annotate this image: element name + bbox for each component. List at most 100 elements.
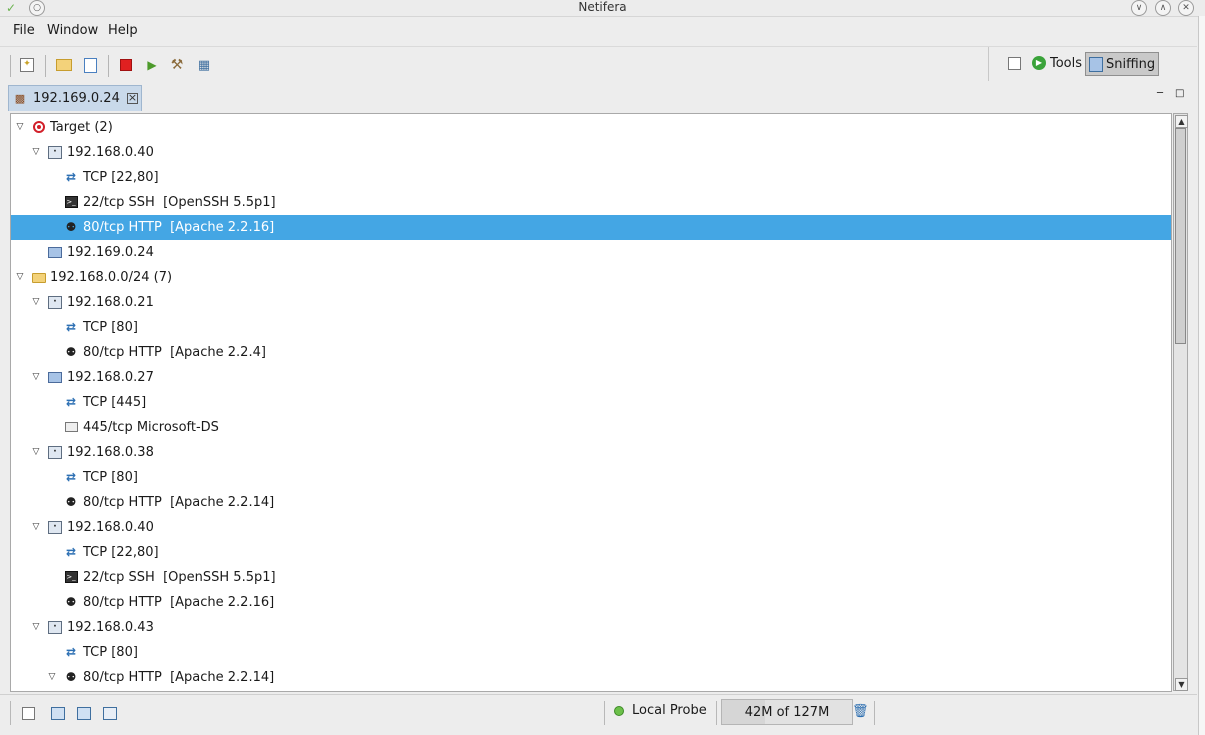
new-workspace-button[interactable]: ✦ — [17, 55, 37, 75]
open-perspective-button[interactable] — [1005, 52, 1024, 74]
expand-toggle-icon[interactable]: ▽ — [31, 522, 41, 532]
menu-help[interactable]: Help — [108, 23, 138, 38]
heap-label: 42M of 127M — [744, 705, 830, 720]
tree-row[interactable]: ⇄ TCP [80] — [11, 640, 1171, 665]
expand-toggle-icon[interactable]: ▽ — [31, 622, 41, 632]
linux-host-icon: · — [48, 520, 62, 534]
list-view-button[interactable] — [49, 704, 67, 722]
tree-row[interactable]: ⇄ TCP [445] — [11, 390, 1171, 415]
title-bar: ✓ ○ Netifera ∨ ∧ ✕ — [0, 0, 1205, 17]
tree-row-label: TCP [22,80] — [83, 545, 159, 560]
tcp-ports-icon: ⇄ — [64, 645, 78, 659]
tree-row[interactable]: ▽ · 192.168.0.43 — [11, 615, 1171, 640]
probe-status[interactable]: Local Probe — [614, 703, 707, 718]
minimize-view-icon[interactable]: ─ — [1157, 88, 1167, 99]
tab-workspace[interactable]: ▩ 192.169.0.24 × — [8, 85, 142, 111]
workspace-icon: ▩ — [14, 92, 26, 105]
entity-tree[interactable]: ▽ Target (2) ▽ · 192.168.0.40 ⇄ TCP [22,80] >_ 2… — [10, 113, 1172, 692]
stop-icon — [120, 59, 132, 71]
tree-row-label: TCP [80] — [83, 470, 138, 485]
tree-scrollbar[interactable]: ▲ ▼ — [1173, 113, 1188, 691]
probe-status-icon — [614, 705, 624, 716]
tree-row-selected[interactable]: ⚉ 80/tcp HTTP [Apache 2.2.16] — [11, 215, 1171, 240]
tree-row[interactable]: >_ 22/tcp SSH [OpenSSH 5.5p1] — [11, 565, 1171, 590]
linux-host-icon: · — [48, 620, 62, 634]
terminal-shape: >_ — [64, 571, 78, 583]
tcp-ports-icon: ⇄ — [64, 545, 78, 559]
statusbar-separator — [604, 701, 605, 725]
tree-row[interactable]: 192.169.0.24 — [11, 240, 1171, 265]
network-icon: ▦ — [197, 57, 211, 73]
network-button[interactable]: ▦ — [194, 55, 214, 75]
expand-toggle-icon[interactable]: ▽ — [15, 272, 25, 282]
tree-row-label: 80/tcp HTTP [Apache 2.2.16] — [83, 220, 275, 235]
expand-toggle-icon[interactable]: ▽ — [31, 297, 41, 307]
window-title: Netifera — [578, 0, 627, 14]
maximize-view-icon[interactable]: □ — [1175, 88, 1185, 99]
open-perspective-icon — [1008, 56, 1021, 70]
linux-service-icon: ⚉ — [64, 220, 78, 234]
tree-row[interactable]: >_ 22/tcp SSH [OpenSSH 5.5p1] — [11, 190, 1171, 215]
tree-row-label: 192.169.0.24 — [67, 245, 154, 260]
tcp-arrows: ⇄ — [65, 170, 77, 184]
tree-row-label: 192.168.0.40 — [67, 520, 154, 535]
sniffing-perspective-button[interactable]: Sniffing — [1085, 52, 1160, 76]
scroll-down-icon[interactable]: ▼ — [1175, 678, 1188, 691]
play-button[interactable]: ▶ — [142, 55, 162, 75]
screen-shape — [64, 422, 78, 432]
windows-service-icon — [64, 420, 78, 434]
tree-row[interactable]: ▽ · 192.168.0.38 — [11, 440, 1171, 465]
open-file-button[interactable] — [80, 55, 100, 75]
tree-row[interactable]: ▽ 192.168.0.27 — [11, 365, 1171, 390]
expand-toggle-icon[interactable]: ▽ — [15, 122, 25, 132]
open-folder-button[interactable] — [54, 55, 74, 75]
tree-row[interactable]: ▽ · 192.168.0.40 — [11, 515, 1171, 540]
tree-row[interactable]: ⚉ 80/tcp HTTP [Apache 2.2.14] — [11, 490, 1171, 515]
tux-shape: ⚉ — [65, 495, 77, 509]
scroll-up-icon[interactable]: ▲ — [1175, 115, 1188, 128]
tree-row-label: TCP [80] — [83, 320, 138, 335]
scroll-thumb[interactable] — [1175, 128, 1186, 344]
new-view-button[interactable] — [19, 704, 37, 722]
tree-row[interactable]: ⚉ 80/tcp HTTP [Apache 2.2.4] — [11, 340, 1171, 365]
toolbar-separator — [108, 55, 109, 77]
tree-row[interactable]: ⚉ 80/tcp HTTP [Apache 2.2.16] — [11, 590, 1171, 615]
tree-row[interactable]: ▽ Target (2) — [11, 115, 1171, 140]
terminal-shape: >_ — [64, 196, 78, 208]
tree-row[interactable]: ▽ · 192.168.0.21 — [11, 290, 1171, 315]
tools-perspective-button[interactable]: ▶ Tools — [1029, 52, 1085, 74]
tools-play-icon: ▶ — [1032, 56, 1046, 70]
tree-row[interactable]: ⇄ TCP [80] — [11, 315, 1171, 340]
tab-close-icon[interactable]: × — [126, 92, 138, 104]
menu-bar: File Window Help — [0, 18, 1197, 44]
tree-row[interactable]: ⇄ TCP [22,80] — [11, 540, 1171, 565]
expand-toggle-icon[interactable]: ▽ — [31, 372, 41, 382]
minimize-icon[interactable]: ∨ — [1131, 0, 1147, 16]
garbage-collect-icon[interactable]: 🗑 — [852, 704, 869, 721]
expand-toggle-icon[interactable]: ▽ — [31, 147, 41, 157]
windows-button[interactable] — [101, 704, 119, 722]
tree-row[interactable]: ▽ ⚉ 80/tcp HTTP [Apache 2.2.14] — [11, 665, 1171, 690]
tree-row[interactable]: ⇄ TCP [22,80] — [11, 165, 1171, 190]
menu-file[interactable]: File — [13, 23, 35, 38]
tree-row[interactable]: 445/tcp Microsoft-DS — [11, 415, 1171, 440]
maximize-icon[interactable]: ∧ — [1155, 0, 1171, 16]
tree-row-label: 80/tcp HTTP [Apache 2.2.14] — [83, 495, 275, 510]
tree-row-label: 80/tcp HTTP [Apache 2.2.16] — [83, 595, 275, 610]
tree-row[interactable]: ⇄ TCP [80] — [11, 465, 1171, 490]
new-view-icon — [21, 706, 35, 720]
tcp-arrows: ⇄ — [65, 395, 77, 409]
tcp-arrows: ⇄ — [65, 645, 77, 659]
expand-toggle-icon[interactable]: ▽ — [47, 672, 57, 682]
add-probe-button[interactable] — [75, 704, 93, 722]
menu-window[interactable]: Window — [47, 23, 98, 38]
host-shape: · — [48, 445, 62, 459]
tree-row[interactable]: ▽ · 192.168.0.40 — [11, 140, 1171, 165]
host-shape: · — [48, 520, 62, 534]
close-icon[interactable]: ✕ — [1178, 0, 1194, 16]
tools-button[interactable]: ⚒ — [167, 55, 187, 75]
expand-toggle-icon[interactable]: ▽ — [31, 447, 41, 457]
tux-shape: ⚉ — [65, 345, 77, 359]
stop-button[interactable] — [116, 55, 136, 75]
tree-row[interactable]: ▽ 192.168.0.0/24 (7) — [11, 265, 1171, 290]
